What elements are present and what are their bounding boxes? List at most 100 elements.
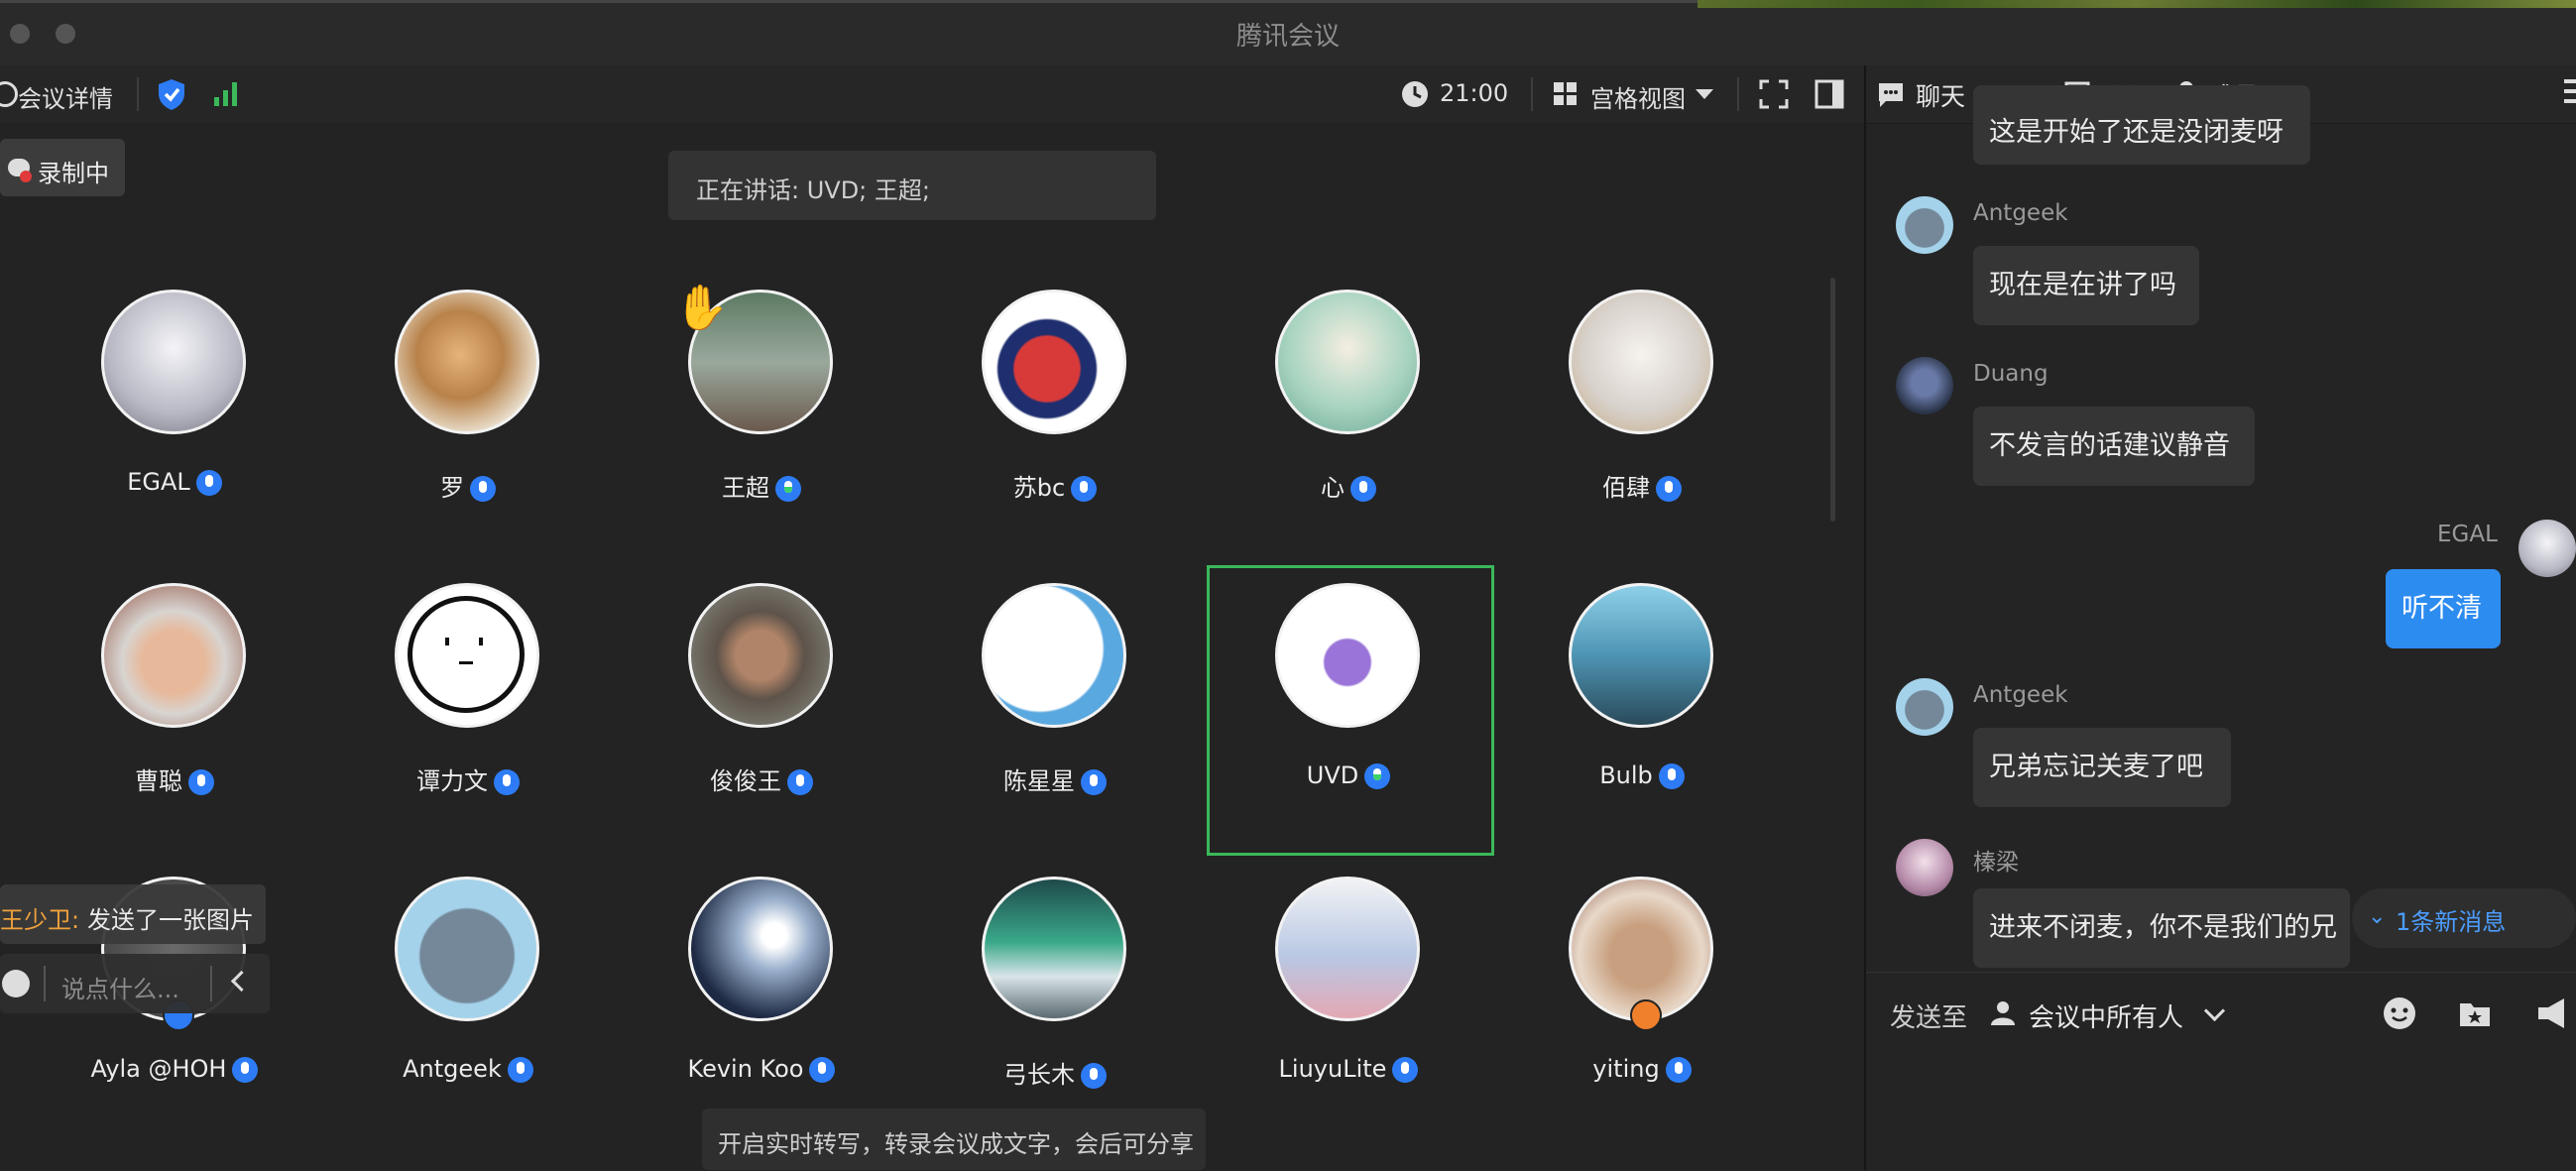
participant-name: 曹聪: [28, 761, 321, 796]
participant-name: Bulb: [1495, 761, 1789, 789]
avatar: [1896, 678, 1953, 736]
participant-tile[interactable]: LiuyuLite: [1202, 875, 1495, 1162]
chat-message: 进来不闭麦，你不是我们的兄: [1973, 888, 2350, 968]
participant-tile[interactable]: 苏bc: [908, 288, 1202, 575]
cohost-badge-icon: [1630, 999, 1662, 1031]
participant-tile[interactable]: 谭力文: [321, 581, 615, 869]
avatar: [395, 290, 539, 434]
participant-tile[interactable]: 曹聪: [28, 581, 321, 869]
participant-name: 心: [1202, 468, 1495, 503]
mic-icon: [809, 1057, 836, 1083]
participant-tile[interactable]: Bulb: [1495, 581, 1789, 869]
new-message-label: 1条新消息: [2396, 908, 2507, 936]
mic-icon: [1656, 476, 1682, 502]
participant-tile[interactable]: 佰肆: [1495, 288, 1789, 575]
participant-name: 佰肆: [1495, 468, 1789, 503]
participant-name: 俊俊王: [615, 761, 908, 796]
mic-icon: [1071, 476, 1098, 502]
participant-name: Kevin Koo: [615, 1055, 908, 1083]
avatar: [688, 877, 833, 1021]
input-divider: [210, 966, 212, 1001]
mic-icon: [494, 769, 520, 795]
top-border: [0, 0, 1698, 3]
participant-tile[interactable]: 俊俊王: [615, 581, 908, 869]
participant-tile[interactable]: 罗: [321, 288, 615, 575]
transcription-label: 开启实时转写，转录会议成文字，会后可分享: [718, 1130, 1194, 1158]
participant-tile[interactable]: Antgeek: [321, 875, 615, 1162]
participant-tile[interactable]: 心: [1202, 288, 1495, 575]
sidebar-toggle-icon[interactable]: [1815, 79, 1844, 109]
avatar: [982, 290, 1126, 434]
person-icon: [1991, 1001, 2015, 1025]
menu-icon[interactable]: [2564, 79, 2576, 107]
chevron-down-icon[interactable]: [1696, 89, 1713, 99]
send-to-label: 发送至: [1890, 1003, 1968, 1033]
chat-message: 现在是在讲了吗: [1973, 246, 2199, 325]
toolbar-divider: [1737, 77, 1739, 111]
raised-hand-icon: ✋: [674, 283, 729, 333]
grid-scrollbar[interactable]: [1830, 278, 1835, 522]
mic-active-icon: [775, 476, 801, 502]
shield-icon[interactable]: [157, 77, 186, 111]
message-sender: Antgeek: [1973, 200, 2068, 226]
participant-tile[interactable]: ✋ 王超: [615, 283, 908, 575]
notification-sender: 王少卫:: [0, 906, 80, 934]
tab-chat[interactable]: 聊天: [1916, 77, 1965, 113]
participant-name: 陈星星: [908, 761, 1202, 796]
mic-icon: [470, 476, 496, 502]
mic-icon: [1081, 769, 1107, 795]
avatar: [1275, 290, 1420, 434]
avatar: [395, 877, 539, 1021]
toolbar-divider: [137, 77, 139, 111]
mic-icon: [188, 769, 214, 795]
participant-name: 弓长木: [908, 1055, 1202, 1090]
avatar: [982, 877, 1126, 1021]
avatar: [1896, 357, 1953, 414]
mic-icon: [787, 769, 813, 795]
chat-message: 兄弟忘记关麦了吧: [1973, 728, 2231, 807]
avatar: [2518, 520, 2576, 577]
chat-icon: [1879, 83, 1903, 107]
meeting-duration: 21:00: [1440, 79, 1509, 107]
notification-text: 发送了一张图片: [87, 906, 254, 934]
avatar: [1275, 877, 1420, 1021]
mic-icon: [1081, 1063, 1107, 1089]
mic-icon: [1350, 476, 1376, 502]
double-chevron-down-icon: ⌄: [2368, 904, 2387, 929]
participant-name: 谭力文: [321, 761, 615, 796]
avatar: [101, 583, 246, 728]
fullscreen-icon[interactable]: [1759, 79, 1789, 109]
participant-name: Ayla @HOH: [28, 1055, 321, 1083]
send-target-dropdown[interactable]: 会议中所有人: [2029, 997, 2183, 1034]
participant-name: EGAL: [28, 468, 321, 496]
folder-icon[interactable]: [2457, 995, 2493, 1031]
view-mode-dropdown[interactable]: 宫格视图: [1590, 79, 1686, 114]
message-sender: EGAL: [2437, 522, 2498, 547]
meeting-toolbar: [0, 65, 1864, 124]
announcement-icon[interactable]: [2534, 995, 2576, 1031]
participant-tile[interactable]: EGAL: [28, 288, 321, 575]
participant-tile[interactable]: 陈星星: [908, 581, 1202, 869]
grid-view-icon[interactable]: [1553, 81, 1579, 107]
participant-tile[interactable]: yiting: [1495, 875, 1789, 1162]
chat-placeholder[interactable]: 说点什么...: [61, 970, 179, 1004]
mic-icon: [1392, 1057, 1419, 1083]
participant-name: 苏bc: [908, 468, 1202, 503]
avatar: [1896, 839, 1953, 896]
mic-icon: [232, 1057, 259, 1083]
participant-name: 王超: [615, 468, 908, 503]
avatar: [1896, 196, 1953, 254]
participant-name: yiting: [1495, 1055, 1789, 1083]
chat-message: 这是开始了还是没闭麦呀: [1973, 85, 2310, 165]
avatar: [1569, 583, 1713, 728]
emoji-icon[interactable]: [2382, 995, 2417, 1031]
mic-icon: [195, 470, 222, 496]
avatar: [982, 583, 1126, 728]
participant-name: LiuyuLite: [1202, 1055, 1495, 1083]
background-strip: [1698, 0, 2576, 8]
signal-strength-icon[interactable]: [212, 79, 240, 107]
emoji-icon[interactable]: [2, 970, 30, 997]
avatar: [1569, 290, 1713, 434]
input-divider: [44, 966, 46, 1001]
meeting-details-button[interactable]: 会议详情: [18, 79, 113, 114]
